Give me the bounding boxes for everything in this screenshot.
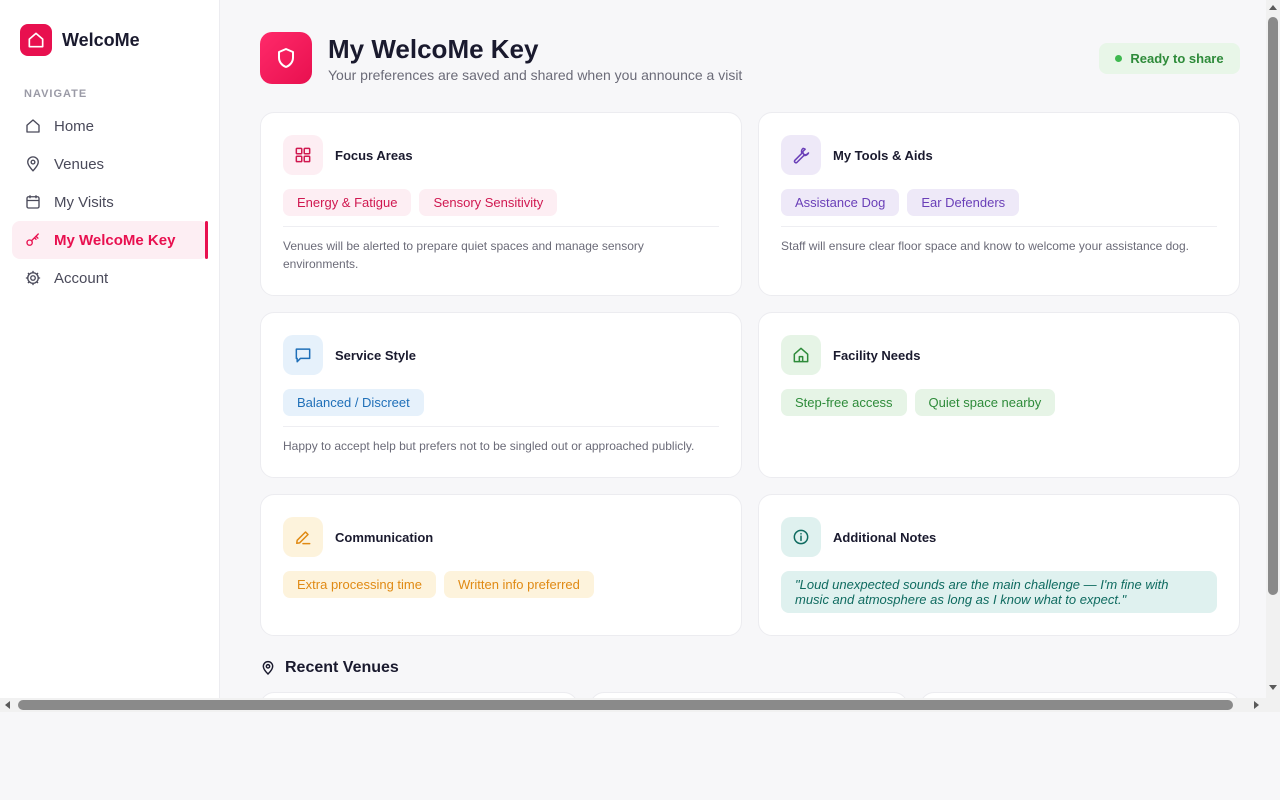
chip[interactable]: Ear Defenders <box>907 189 1020 216</box>
scroll-up-arrow-icon[interactable] <box>1269 5 1277 10</box>
chip[interactable]: Step-free access <box>781 389 907 416</box>
status-text: Ready to share <box>1130 51 1224 66</box>
chip[interactable]: Assistance Dog <box>781 189 900 216</box>
card-title: Additional Notes <box>833 530 937 545</box>
facility-needs-card[interactable]: Facility Needs Step-free access Quiet sp… <box>758 312 1240 478</box>
chip[interactable]: Quiet space nearby <box>914 389 1056 416</box>
chip[interactable]: Sensory Sensitivity <box>419 189 558 216</box>
scrollbar-corner <box>1266 698 1280 712</box>
chip[interactable]: Written info preferred <box>444 571 594 598</box>
empty-area <box>0 712 1280 800</box>
nav-heading: NAVIGATE <box>24 88 88 100</box>
card-title: Focus Areas <box>335 148 413 163</box>
sidebar-item-label: My WelcoMe Key <box>54 231 176 249</box>
sidebar-item-home[interactable]: Home <box>12 107 208 145</box>
gear-icon <box>25 270 41 286</box>
card-title: Facility Needs <box>833 348 921 363</box>
communication-card[interactable]: Communication Extra processing time Writ… <box>260 494 742 636</box>
sidebar-item-venues[interactable]: Venues <box>12 145 208 183</box>
map-pin-icon <box>262 661 274 676</box>
horizontal-scrollbar[interactable] <box>0 698 1266 712</box>
sidebar-item-label: My Visits <box>54 193 114 211</box>
card-title: Service Style <box>335 348 416 363</box>
card-divider <box>283 426 719 427</box>
pencil-icon <box>283 517 323 557</box>
card-title: My Tools & Aids <box>833 148 933 163</box>
wrench-icon <box>781 135 821 175</box>
sidebar-item-my-welcome-key[interactable]: My WelcoMe Key <box>12 221 208 259</box>
chip-list: Extra processing time Written info prefe… <box>283 571 594 598</box>
chip-list: Step-free access Quiet space nearby <box>781 389 1056 416</box>
scroll-left-arrow-icon[interactable] <box>5 701 10 709</box>
chat-bubble-icon <box>283 335 323 375</box>
home-icon <box>781 335 821 375</box>
sidebar-nav: Home Venues My Visits My WelcoMe Key Acc… <box>12 107 208 297</box>
sidebar: WelcoMe NAVIGATE Home Venues My Visits M… <box>0 0 220 698</box>
horizontal-scroll-thumb[interactable] <box>18 700 1233 710</box>
brand-name: WelcoMe <box>62 29 140 50</box>
sidebar-item-account[interactable]: Account <box>12 259 208 297</box>
focus-areas-card[interactable]: Focus Areas Energy & Fatigue Sensory Sen… <box>260 112 742 296</box>
scroll-down-arrow-icon[interactable] <box>1269 685 1277 690</box>
scroll-right-arrow-icon[interactable] <box>1254 701 1259 709</box>
note-text: "Loud unexpected sounds are the main cha… <box>781 571 1217 613</box>
status-badge: Ready to share <box>1099 43 1240 74</box>
recent-venues-heading: Recent Venues <box>260 659 399 677</box>
chip[interactable]: Balanced / Discreet <box>283 389 424 416</box>
grid-icon <box>283 135 323 175</box>
chip[interactable]: Extra processing time <box>283 571 436 598</box>
calendar-icon <box>26 195 40 209</box>
vertical-scrollbar[interactable] <box>1266 0 1280 698</box>
section-title: Recent Venues <box>285 659 399 676</box>
card-divider <box>781 226 1217 227</box>
additional-notes-card[interactable]: Additional Notes "Loud unexpected sounds… <box>758 494 1240 636</box>
sidebar-item-my-visits[interactable]: My Visits <box>12 183 208 221</box>
card-title: Communication <box>335 530 434 545</box>
page-subtitle: Your preferences are saved and shared wh… <box>328 67 743 83</box>
home-icon <box>26 119 40 133</box>
card-description: Staff will ensure clear floor space and … <box>781 239 1189 253</box>
chip-list: Balanced / Discreet <box>283 389 424 416</box>
chip-list: Assistance Dog Ear Defenders <box>781 189 1020 216</box>
card-description: Venues will be alerted to prepare quiet … <box>283 239 644 271</box>
chip-list: Energy & Fatigue Sensory Sensitivity <box>283 189 558 216</box>
sidebar-item-label: Account <box>54 269 109 287</box>
shield-icon <box>260 32 312 84</box>
tools-aids-card[interactable]: My Tools & Aids Assistance Dog Ear Defen… <box>758 112 1240 296</box>
vertical-scroll-thumb[interactable] <box>1268 17 1278 595</box>
info-icon <box>781 517 821 557</box>
brand-logo-icon <box>20 24 52 56</box>
brand[interactable]: WelcoMe <box>20 24 140 56</box>
sidebar-item-label: Home <box>54 117 95 135</box>
service-style-card[interactable]: Service Style Balanced / Discreet Happy … <box>260 312 742 478</box>
main-viewport: WelcoMe NAVIGATE Home Venues My Visits M… <box>0 0 1266 698</box>
card-description: Happy to accept help but prefers not to … <box>283 439 695 453</box>
map-pin-icon <box>27 156 39 172</box>
status-dot-icon <box>1115 55 1123 62</box>
page-title: My WelcoMe Key <box>328 34 539 64</box>
key-icon <box>26 233 39 246</box>
sidebar-item-label: Venues <box>54 155 105 173</box>
chip[interactable]: Energy & Fatigue <box>283 189 412 216</box>
card-divider <box>283 226 719 227</box>
